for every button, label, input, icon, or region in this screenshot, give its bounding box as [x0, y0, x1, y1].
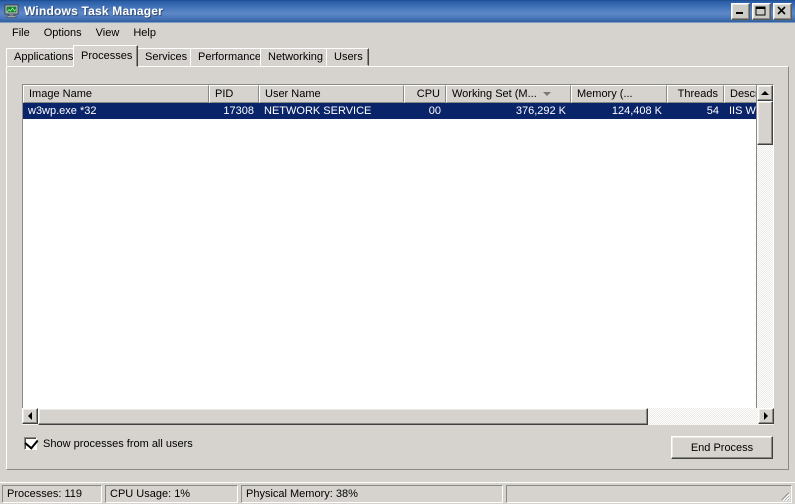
cell-cpu: 00 — [428, 105, 441, 117]
maximize-button[interactable] — [752, 3, 771, 20]
column-header-label: Image Name — [29, 87, 92, 100]
scroll-right-button[interactable] — [758, 408, 774, 424]
cell-image-name: w3wp.exe *32 — [28, 105, 97, 117]
show-all-users-checkbox-row[interactable]: Show processes from all users — [24, 435, 193, 450]
cell-user-name: NETWORK SERVICE — [264, 105, 372, 117]
resize-grip-icon[interactable] — [778, 489, 790, 501]
horizontal-scrollbar-thumb[interactable] — [38, 408, 648, 425]
menu-item-help[interactable]: Help — [126, 25, 163, 42]
column-header-image-name[interactable]: Image Name — [23, 85, 209, 103]
status-cpu-usage: CPU Usage: 1% — [105, 484, 238, 503]
process-list-header: Image Name PID User Name CPU Working Set… — [23, 85, 773, 103]
column-header-label: Threads — [677, 87, 718, 100]
minimize-button[interactable] — [731, 3, 750, 20]
process-list[interactable]: Image Name PID User Name CPU Working Set… — [22, 84, 774, 424]
column-header-label: User Name — [265, 87, 321, 100]
column-header-label: PID — [215, 87, 234, 100]
table-row[interactable]: w3wp.exe *32 17308 NETWORK SERVICE 00 37… — [23, 103, 773, 119]
tab-applications[interactable]: Applications — [6, 48, 76, 66]
tab-performance[interactable]: Performance — [190, 48, 262, 66]
titlebar[interactable]: Windows Task Manager — [0, 0, 795, 23]
chevron-up-icon — [761, 91, 769, 95]
vertical-scrollbar-thumb[interactable] — [757, 101, 773, 145]
tab-users[interactable]: Users — [326, 48, 369, 66]
column-header-user-name[interactable]: User Name — [259, 85, 404, 103]
chevron-left-icon — [28, 412, 32, 420]
check-icon — [24, 435, 39, 450]
column-header-working-set[interactable]: Working Set (M... — [446, 85, 571, 103]
menubar: File Options View Help — [0, 23, 795, 43]
statusbar: Processes: 119 CPU Usage: 1% Physical Me… — [0, 482, 795, 504]
menu-item-view[interactable]: View — [89, 25, 127, 42]
menu-item-options[interactable]: Options — [37, 25, 89, 42]
end-process-button[interactable]: End Process — [671, 436, 773, 459]
horizontal-scrollbar-track[interactable] — [648, 408, 758, 425]
process-list-rows: w3wp.exe *32 17308 NETWORK SERVICE 00 37… — [23, 103, 773, 423]
chevron-right-icon — [764, 412, 768, 420]
tabstrip: Applications Processes Services Performa… — [0, 45, 795, 67]
column-header-label: CPU — [416, 87, 440, 100]
column-header-cpu[interactable]: CPU — [404, 85, 446, 103]
close-button[interactable] — [773, 3, 792, 20]
scroll-up-button[interactable] — [757, 85, 773, 101]
menu-item-file[interactable]: File — [5, 25, 37, 42]
column-header-pid[interactable]: PID — [209, 85, 259, 103]
column-header-label: Working Set (M... — [452, 87, 537, 100]
column-header-threads[interactable]: Threads — [667, 85, 724, 103]
tab-processes[interactable]: Processes — [73, 45, 138, 67]
cell-pid: 17308 — [223, 105, 254, 117]
tab-services[interactable]: Services — [137, 48, 192, 66]
task-manager-monitor-icon — [4, 3, 20, 19]
show-all-users-checkbox[interactable] — [24, 435, 39, 450]
vertical-scrollbar[interactable] — [756, 85, 773, 423]
status-filler — [506, 484, 792, 503]
cell-threads: 54 — [706, 105, 719, 117]
cell-working-set: 376,292 K — [515, 105, 566, 117]
status-physical-memory: Physical Memory: 38% — [241, 484, 503, 503]
status-processes: Processes: 119 — [2, 484, 102, 503]
window-controls — [731, 3, 792, 20]
window-title: Windows Task Manager — [24, 4, 164, 18]
task-manager-window: Windows Task Manager File Options View H… — [0, 0, 795, 504]
sort-descending-icon — [542, 92, 551, 96]
cell-memory: 124,408 K — [611, 105, 662, 117]
horizontal-scrollbar[interactable] — [22, 408, 774, 425]
show-all-users-label: Show processes from all users — [43, 437, 193, 450]
scroll-left-button[interactable] — [22, 408, 38, 424]
column-header-memory[interactable]: Memory (... — [571, 85, 667, 103]
column-header-label: Memory (... — [577, 87, 633, 100]
tab-networking[interactable]: Networking — [260, 48, 328, 66]
